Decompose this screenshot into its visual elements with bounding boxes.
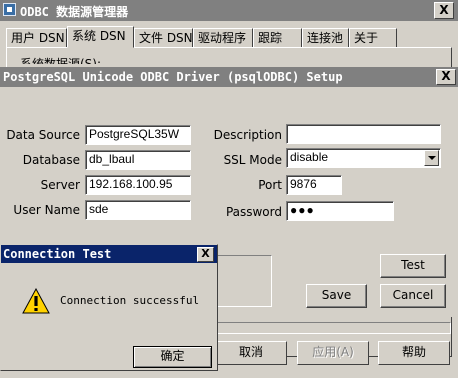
tab-connection-pooling[interactable]: 连接池: [302, 28, 349, 48]
setup-close-button[interactable]: X: [436, 69, 456, 85]
odbc-close-button[interactable]: X: [434, 2, 454, 19]
user-name-input[interactable]: sde: [85, 200, 191, 220]
warning-icon: [22, 288, 50, 314]
system-data-sources-label: 系统数据源(S):: [20, 57, 102, 64]
tab-user-dsn[interactable]: 用户 DSN: [6, 28, 67, 48]
data-source-label: Data Source: [6, 128, 80, 142]
port-label: Port: [258, 178, 282, 192]
message-title: Connection Test: [3, 247, 112, 261]
setup-dialog-title: PostgreSQL Unicode ODBC Driver (psqlODBC…: [3, 70, 343, 84]
tab-file-dsn[interactable]: 文件 DSN: [134, 28, 193, 48]
user-name-label: User Name: [13, 203, 80, 217]
odbc-window-title: ODBC 数据源管理器: [20, 5, 129, 19]
database-label: Database: [22, 153, 80, 167]
description-input[interactable]: [286, 124, 441, 144]
odbc-app-icon: [3, 3, 16, 16]
message-text: Connection successful: [60, 294, 200, 307]
connection-test-dialog: Connection Test X Connection successful …: [0, 244, 218, 371]
setup-title-bar: PostgreSQL Unicode ODBC Driver (psqlODBC…: [0, 67, 458, 87]
odbc-title-bar: ODBC 数据源管理器 X: [0, 0, 458, 21]
tab-system-dsn[interactable]: 系统 DSN: [67, 26, 134, 48]
cancel-button[interactable]: Cancel: [380, 284, 446, 308]
password-input[interactable]: ●●●: [286, 201, 394, 221]
data-source-input[interactable]: PostgreSQL35W: [85, 125, 191, 145]
database-input[interactable]: db_lbaul: [85, 150, 191, 170]
password-label: Password: [225, 205, 282, 219]
chevron-down-icon[interactable]: [424, 150, 439, 166]
odbc-cancel-button[interactable]: 取消: [215, 341, 287, 365]
odbc-description-frame: [215, 322, 451, 334]
save-button[interactable]: Save: [306, 284, 367, 308]
odbc-help-button[interactable]: 帮助: [378, 341, 450, 365]
tab-drivers[interactable]: 驱动程序: [193, 28, 253, 48]
message-title-bar: Connection Test X: [1, 245, 217, 263]
description-label: Description: [213, 128, 282, 142]
ok-button[interactable]: 确定: [133, 346, 212, 368]
port-input[interactable]: 9876: [286, 175, 342, 195]
server-input[interactable]: 192.168.100.95: [85, 175, 191, 195]
ssl-mode-select[interactable]: disable: [286, 148, 441, 168]
test-button[interactable]: Test: [380, 254, 446, 278]
tab-tracing[interactable]: 跟踪: [253, 28, 302, 48]
message-close-button[interactable]: X: [197, 247, 214, 262]
odbc-tab-strip: 用户 DSN 系统 DSN 文件 DSN 驱动程序 跟踪 连接池 关于: [6, 26, 458, 48]
server-label: Server: [40, 178, 80, 192]
tab-about[interactable]: 关于: [349, 28, 397, 48]
ssl-mode-value: disable: [290, 150, 329, 164]
odbc-apply-button[interactable]: 应用(A): [297, 341, 369, 365]
ssl-mode-label: SSL Mode: [223, 153, 282, 167]
